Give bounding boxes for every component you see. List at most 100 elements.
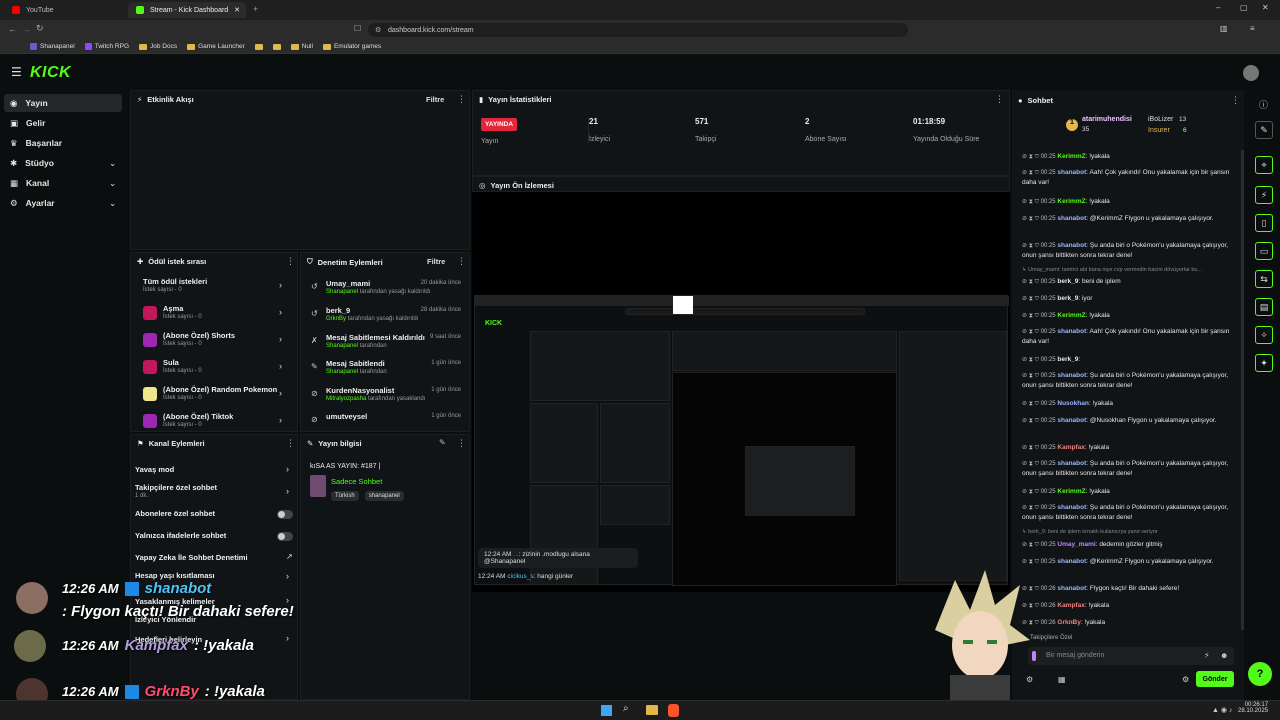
layout-icon[interactable]: ▤ — [1255, 298, 1273, 316]
gear-icon[interactable]: ⚙ — [1182, 675, 1189, 684]
calendar-icon[interactable]: ▦ — [1058, 675, 1066, 684]
message-username[interactable]: shanabot — [1057, 558, 1086, 565]
window-close-icon[interactable]: ✕ — [1262, 3, 1269, 12]
subscribers-only-item[interactable]: Abonelere özel sohbet — [135, 509, 215, 518]
stream-preview[interactable]: KICK 12:24 AM ...: zizinin .modlugu alsa… — [472, 192, 1010, 592]
message-username[interactable]: KerimmZ — [1057, 488, 1085, 495]
reward-item[interactable]: (Abone Özel) Shorts İstek sayısı - 0 — [163, 331, 235, 347]
mod-actions-icon[interactable]: ⊘ ⧗ ⛉ — [1022, 313, 1041, 319]
message-icon[interactable]: ▭ — [1255, 242, 1273, 260]
external-link-icon[interactable]: ↗ — [286, 552, 293, 561]
chat-message[interactable]: ⊘ ⧗ ⛉ 00:25 shanabot: @KerimmZ Flygon u … — [1022, 557, 1237, 567]
message-username[interactable]: shanabot — [1057, 328, 1086, 335]
message-username[interactable]: Umay_mami — [1057, 541, 1095, 548]
mod-actions-icon[interactable]: ⊘ ⧗ ⛉ — [1022, 445, 1041, 451]
wrench-icon[interactable]: ✧ — [1255, 326, 1273, 344]
chat-message[interactable]: ⊘ ⧗ ⛉ 00:25 Umay_mami: dedemin gözler gi… — [1022, 540, 1237, 550]
bookmark-game-launcher[interactable]: Game Launcher — [187, 43, 245, 50]
message-username[interactable]: berk_9 — [1057, 295, 1078, 302]
chevron-right-icon[interactable]: › — [286, 486, 289, 496]
forward-icon[interactable]: → — [22, 24, 31, 34]
bookmark-twitch-rpg[interactable]: Twitch RPG — [84, 43, 129, 50]
new-tab-icon[interactable]: + — [253, 4, 258, 14]
mod-actions-icon[interactable]: ⊘ ⧗ ⛉ — [1022, 154, 1041, 160]
more-options-icon[interactable]: ⋮ — [457, 256, 466, 267]
tab-kick-dashboard[interactable]: Stream - Kick Dashboard ✕ — [128, 2, 246, 18]
mod-actions-icon[interactable]: ⊘ ⧗ ⛉ — [1022, 170, 1041, 176]
lightning-icon[interactable]: ⚡ — [1255, 186, 1273, 204]
message-username[interactable]: KerimmZ — [1057, 198, 1085, 205]
brave-browser-icon[interactable] — [668, 704, 679, 717]
site-info-icon[interactable]: ⚙ — [375, 26, 381, 34]
chat-message[interactable]: ⊘ ⧗ ⛉ 00:25 berk_9: iyor — [1022, 294, 1237, 304]
sidebar-item-gelir[interactable]: ▣ Gelir — [4, 114, 122, 132]
more-options-icon[interactable]: ⋮ — [286, 256, 295, 267]
mod-actions-icon[interactable]: ⊘ ⧗ ⛉ — [1022, 373, 1041, 379]
hamburger-menu-icon[interactable]: ☰ — [11, 65, 22, 79]
filter-button[interactable]: Filtre — [427, 257, 445, 266]
message-username[interactable]: KerimmZ — [1057, 312, 1085, 319]
chevron-right-icon[interactable]: › — [286, 633, 289, 643]
info-icon[interactable]: ⓘ — [1259, 98, 1268, 111]
menu-icon[interactable]: ≡ — [1250, 24, 1255, 33]
message-username[interactable]: shanabot — [1057, 169, 1086, 176]
message-username[interactable]: shanabot — [1057, 372, 1086, 379]
chat-scrollbar[interactable] — [1241, 150, 1244, 630]
kick-logo[interactable]: KICK — [30, 64, 71, 82]
close-tab-icon[interactable]: ✕ — [234, 6, 240, 14]
bookmark-job-docs[interactable]: Job Docs — [139, 43, 177, 50]
address-bar[interactable]: ⚙ dashboard.kick.com/stream — [368, 23, 908, 37]
bookmark-null[interactable]: Null — [290, 43, 313, 50]
bookmark-folder[interactable] — [272, 43, 281, 50]
pen-icon[interactable]: ✎ — [1255, 121, 1273, 139]
chat-message[interactable]: ⊘ ⧗ ⛉ 00:25 shanabot: Şu anda biri o Pok… — [1022, 241, 1237, 260]
chat-message[interactable]: ⊘ ⧗ ⛉ 00:25 KerimmZ: !yakala — [1022, 487, 1237, 497]
chat-message[interactable]: ⊘ ⧗ ⛉ 00:26 GrknBy: !yakala — [1022, 618, 1237, 628]
more-options-icon[interactable]: ⋮ — [457, 94, 466, 105]
camera-icon[interactable]: ⌖ — [1255, 156, 1273, 174]
chat-message[interactable]: ⊘ ⧗ ⛉ 00:25 shanabot: Şu anda biri o Pok… — [1022, 371, 1237, 390]
chat-message[interactable]: ⊘ ⧗ ⛉ 00:25 shanabot: Şu anda biri o Pok… — [1022, 503, 1237, 522]
mod-actions-icon[interactable]: ⊘ ⧗ ⛉ — [1022, 279, 1041, 285]
mod-actions-icon[interactable]: ⊘ ⧗ ⛉ — [1022, 329, 1041, 335]
chevron-right-icon[interactable]: › — [279, 415, 282, 425]
message-username[interactable]: Nusokhan — [1057, 400, 1088, 407]
mod-actions-icon[interactable]: ⊘ ⧗ ⛉ — [1022, 418, 1041, 424]
message-username[interactable]: shanabot — [1057, 460, 1086, 467]
chat-message[interactable]: ⊘ ⧗ ⛉ 00:25 shanabot: Aah! Çok yakındı! … — [1022, 327, 1237, 346]
bookmark-folder[interactable] — [254, 43, 263, 50]
category-name[interactable]: Sadece Sohbet — [331, 477, 382, 486]
chevron-right-icon[interactable]: › — [279, 361, 282, 371]
message-username[interactable]: shanabot — [1057, 417, 1086, 424]
chat-message[interactable]: ⊘ ⧗ ⛉ 00:26 shanabot: Flygon kaçtı! Bir … — [1022, 584, 1237, 594]
emote-icon[interactable]: ⚡ — [1204, 651, 1210, 660]
mod-actions-icon[interactable]: ⊘ ⧗ ⛉ — [1022, 243, 1041, 249]
reward-item[interactable]: Tüm ödül istekleri İstek sayısı - 0 — [143, 277, 207, 293]
mod-actions-icon[interactable]: ⊘ ⧗ ⛉ — [1022, 357, 1041, 363]
sidebar-item-studyo[interactable]: ✱ Stüdyo ⌄ — [4, 154, 122, 172]
sidebar-item-kanal[interactable]: ▦ Kanal ⌄ — [4, 174, 122, 192]
mod-actions-icon[interactable]: ⊘ ⧗ ⛉ — [1022, 505, 1041, 511]
chat-message[interactable]: ⊘ ⧗ ⛉ 00:25 KerimmZ: !yakala — [1022, 152, 1237, 162]
chevron-right-icon[interactable]: › — [279, 307, 282, 317]
reward-item[interactable]: Aşma İstek sayısı - 0 — [163, 304, 202, 320]
tab-youtube[interactable]: YouTube — [4, 2, 124, 18]
more-options-icon[interactable]: ⋮ — [1231, 95, 1240, 106]
mod-actions-icon[interactable]: ⊘ ⧗ ⛉ — [1022, 216, 1041, 222]
chat-message[interactable]: ⊘ ⧗ ⛉ 00:25 shanabot: @Nusokhan Flygon u… — [1022, 416, 1237, 426]
help-button[interactable]: ? — [1248, 662, 1272, 686]
message-username[interactable]: Kampfax — [1057, 602, 1084, 609]
mod-actions-icon[interactable]: ⊘ ⧗ ⛉ — [1022, 489, 1041, 495]
account-age-item[interactable]: Hesap yaşı kısıtlaması — [135, 571, 215, 580]
chat-message[interactable]: ⊘ ⧗ ⛉ 00:25 shanabot: Şu anda biri o Pok… — [1022, 459, 1237, 478]
bookmark-icon[interactable]: ☐ — [354, 24, 361, 33]
puzzle-icon[interactable]: ✦ — [1255, 354, 1273, 372]
message-username[interactable]: Kampfax — [1057, 444, 1084, 451]
chat-message[interactable]: ⊘ ⧗ ⛉ 00:25 shanabot: Aah! Çok yakındı! … — [1022, 168, 1237, 187]
chat-message[interactable]: ⊘ ⧗ ⛉ 00:25 Kampfax: !yakala — [1022, 443, 1237, 453]
clock[interactable]: 00:26:17 28.10.2025 — [1238, 702, 1268, 714]
more-options-icon[interactable]: ⋮ — [286, 438, 295, 449]
reward-item[interactable]: (Abone Özel) Tiktok İstek sayısı - 0 — [163, 412, 233, 428]
filter-button[interactable]: Filtre — [426, 95, 444, 104]
slow-mode-item[interactable]: Yavaş mod — [135, 465, 174, 474]
